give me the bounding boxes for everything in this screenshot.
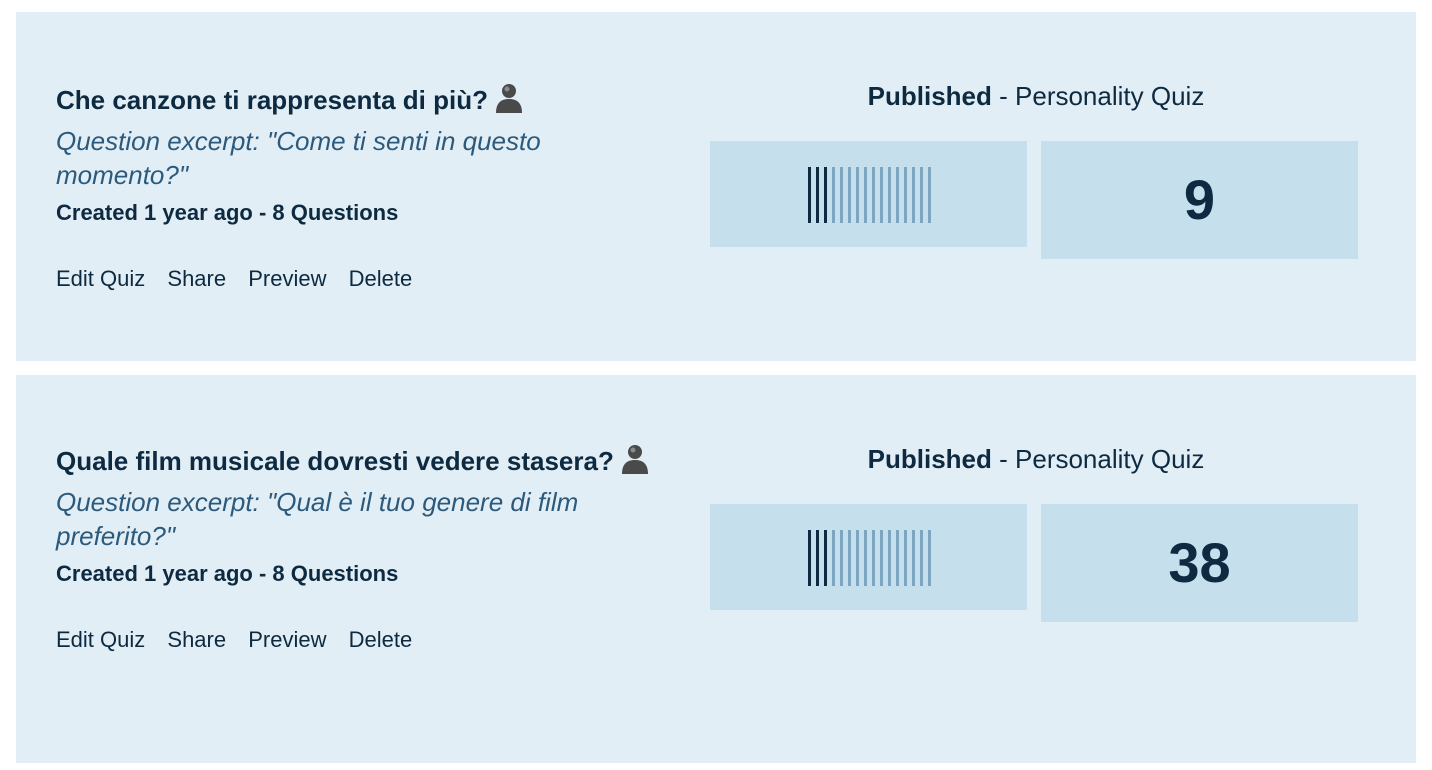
activity-panel[interactable] xyxy=(710,141,1027,247)
quiz-type-label: Personality Quiz xyxy=(1015,81,1205,111)
quiz-title[interactable]: Quale film musicale dovresti vedere stas… xyxy=(56,441,656,481)
response-count[interactable]: 9 xyxy=(1041,141,1358,259)
edit-quiz-link[interactable]: Edit Quiz xyxy=(56,627,145,652)
quiz-info: Che canzone ti rappresenta di più? Quest… xyxy=(56,80,656,294)
user-silhouette-icon xyxy=(620,443,650,475)
status-separator: - xyxy=(991,444,1016,474)
quiz-actions: Edit Quiz Share Preview Delete xyxy=(56,625,656,655)
quiz-meta: Created 1 year ago - 8 Questions xyxy=(56,561,399,586)
response-count[interactable]: 38 xyxy=(1041,504,1358,622)
question-excerpt: Question excerpt: "Qual è il tuo genere … xyxy=(56,487,579,551)
status-separator: - xyxy=(991,81,1016,111)
activity-panel[interactable] xyxy=(710,504,1027,610)
preview-link[interactable]: Preview xyxy=(248,627,326,652)
status-line: Published - Personality Quiz xyxy=(710,443,1362,475)
quiz-meta: Created 1 year ago - 8 Questions xyxy=(56,200,399,225)
quiz-card: Che canzone ti rappresenta di più? Quest… xyxy=(16,12,1416,361)
status-label: Published xyxy=(867,81,992,111)
quiz-actions: Edit Quiz Share Preview Delete xyxy=(56,264,656,294)
preview-link[interactable]: Preview xyxy=(248,266,326,291)
edit-quiz-link[interactable]: Edit Quiz xyxy=(56,266,145,291)
delete-link[interactable]: Delete xyxy=(349,266,413,291)
quiz-info: Quale film musicale dovresti vedere stas… xyxy=(56,441,656,655)
quiz-card: Quale film musicale dovresti vedere stas… xyxy=(16,375,1416,763)
question-excerpt: Question excerpt: "Come ti senti in ques… xyxy=(56,126,541,190)
share-link[interactable]: Share xyxy=(167,266,226,291)
quiz-title[interactable]: Che canzone ti rappresenta di più? xyxy=(56,80,656,120)
activity-bars-icon xyxy=(808,167,931,223)
delete-link[interactable]: Delete xyxy=(349,627,413,652)
status-label: Published xyxy=(867,444,992,474)
activity-bars-icon xyxy=(808,530,931,586)
status-line: Published - Personality Quiz xyxy=(710,80,1362,112)
share-link[interactable]: Share xyxy=(167,627,226,652)
user-silhouette-icon xyxy=(494,82,524,114)
quiz-type-label: Personality Quiz xyxy=(1015,444,1205,474)
